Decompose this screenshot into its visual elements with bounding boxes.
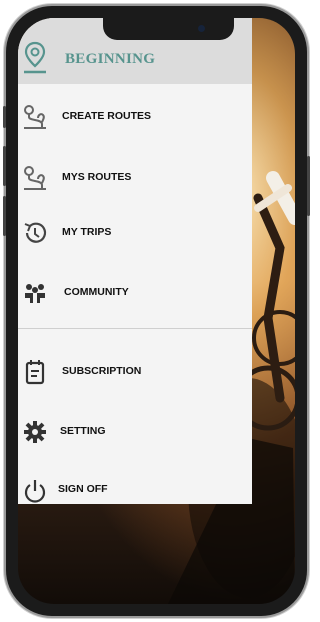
calendar-icon (25, 360, 45, 385)
side-button (3, 106, 6, 128)
menu-item-label: COMMUNITY (64, 286, 129, 298)
gear-icon (24, 421, 46, 443)
power-button (307, 156, 310, 216)
menu-item-mys-routes[interactable]: MYS ROUTES (18, 158, 252, 198)
history-icon (24, 222, 47, 243)
navigation-drawer: BEGINNING CREATE ROUTES MYS ROUTES MY TR… (18, 18, 252, 504)
menu-item-label: SIGN OFF (58, 483, 108, 495)
map-pin-icon (24, 41, 46, 74)
menu-item-label: MYS ROUTES (62, 171, 132, 183)
menu-item-community[interactable]: COMMUNITY (18, 273, 252, 313)
community-icon (25, 284, 45, 303)
menu-item-subscription[interactable]: SUBSCRIPTION (18, 352, 252, 392)
divider (18, 328, 252, 329)
menu-item-my-trips[interactable]: MY TRIPS (18, 213, 252, 253)
menu-item-setting[interactable]: SETTING (18, 412, 252, 452)
route-icon (24, 105, 46, 129)
route-icon (24, 166, 46, 190)
menu-item-sign-off[interactable]: SIGN OFF (18, 470, 252, 510)
phone-frame: BEGINNING CREATE ROUTES MYS ROUTES MY TR… (3, 6, 310, 616)
volume-up-button (3, 146, 6, 186)
menu-item-label: SUBSCRIPTION (62, 365, 142, 377)
notch (103, 18, 234, 40)
menu-item-label: SETTING (60, 425, 106, 437)
screen: BEGINNING CREATE ROUTES MYS ROUTES MY TR… (18, 18, 295, 604)
power-icon (24, 480, 46, 503)
camera (198, 25, 205, 32)
menu-item-label: MY TRIPS (62, 226, 112, 238)
drawer-title: BEGINNING (65, 51, 156, 67)
menu-item-create-routes[interactable]: CREATE ROUTES (18, 97, 252, 137)
menu-item-label: CREATE ROUTES (62, 110, 152, 122)
volume-down-button (3, 196, 6, 236)
